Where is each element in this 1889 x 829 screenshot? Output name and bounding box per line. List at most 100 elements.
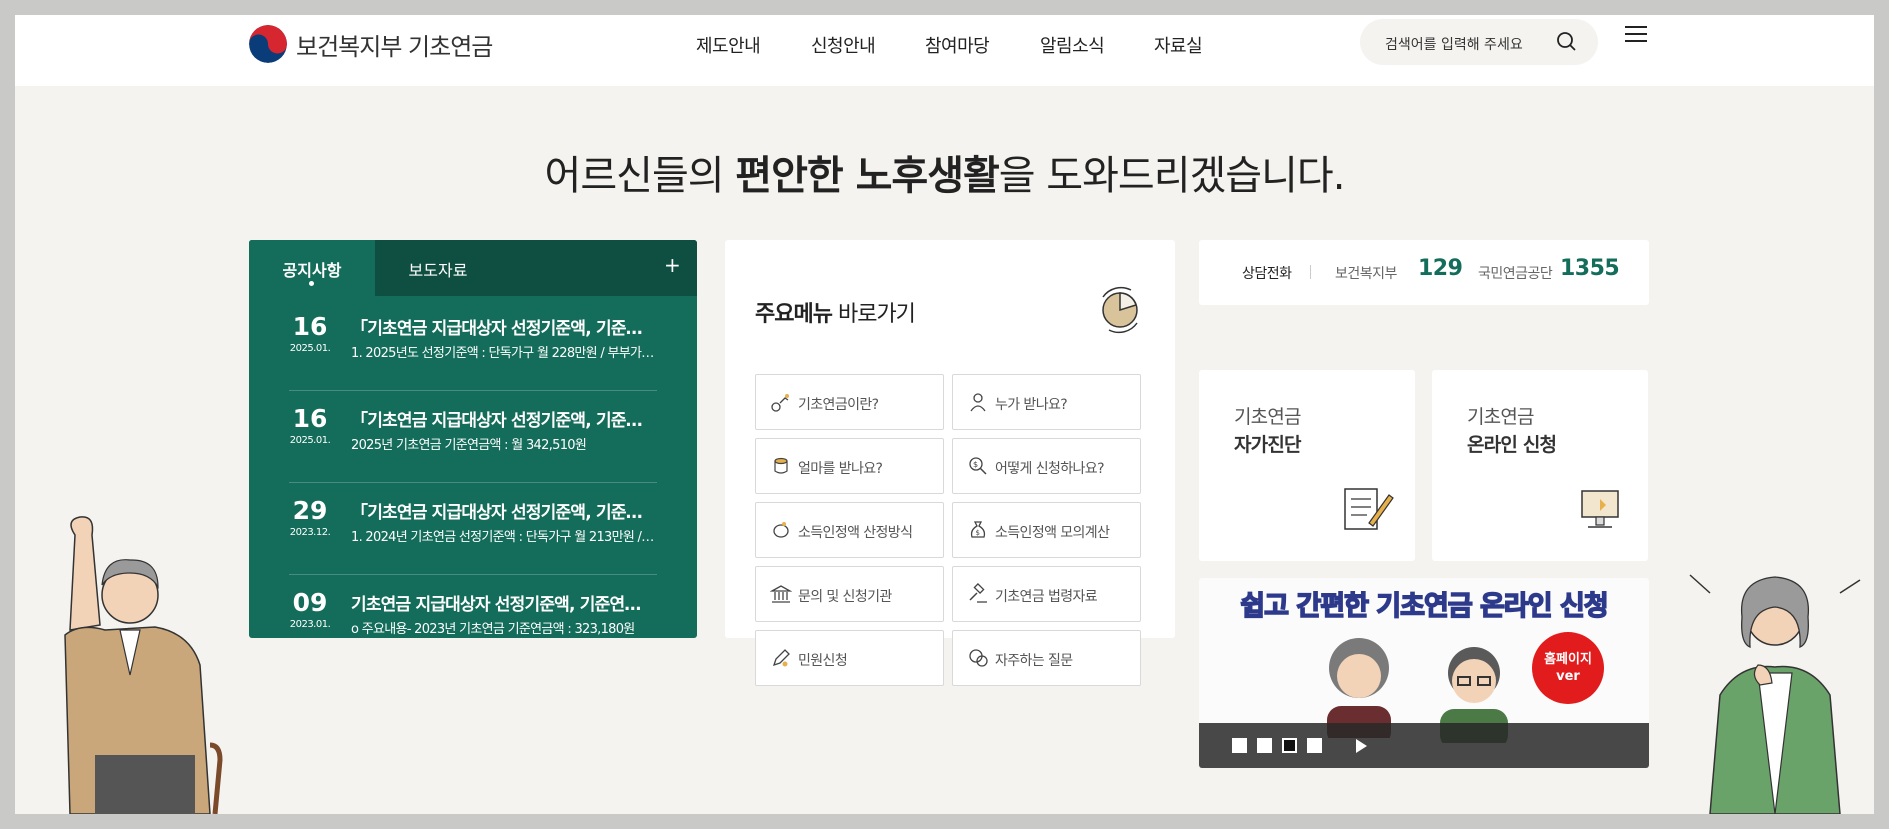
pen-write-icon	[772, 649, 790, 667]
slide-indicator-3[interactable]	[1282, 738, 1297, 753]
hotline-divider	[1310, 265, 1311, 279]
quick-menu-title-bold: 주요메뉴	[755, 302, 833, 327]
menu-button-faq[interactable]: 자주하는 질문	[952, 630, 1141, 686]
menu-button-income-method[interactable]: 소득인정액 산정방식	[755, 502, 944, 558]
notice-summary: 1. 2024년 기초연금 선정기준액 : 단독가구 월 213만원 / 부부가…	[351, 530, 655, 545]
hotline-org-nps: 국민연금공단	[1478, 266, 1553, 282]
nav-item-resources[interactable]: 자료실	[1154, 32, 1203, 58]
elderly-man-waving-illustration	[64, 516, 223, 814]
tab-press[interactable]: 보도자료	[375, 257, 501, 281]
menu-button-income-simulate[interactable]: $ 소득인정액 모의계산	[952, 502, 1141, 558]
service-line1: 기초연금	[1467, 406, 1535, 428]
money-search-icon: $	[969, 457, 987, 475]
menu-button-label: 소득인정액 산정방식	[798, 525, 913, 541]
slide-indicator-2[interactable]	[1257, 738, 1272, 753]
svg-text:$: $	[976, 529, 980, 537]
online-apply-card[interactable]: 기초연금 온라인 신청	[1432, 370, 1648, 561]
notice-item[interactable]: 16 2025.01. 「기초연금 지급대상자 선정기준액, 기준연금액 고시」…	[289, 390, 657, 483]
gavel-icon	[969, 583, 987, 603]
site-logo-text: 보건복지부 기초연금	[296, 32, 493, 61]
checklist-pen-icon	[1344, 488, 1394, 530]
notice-day: 16	[292, 312, 328, 341]
hero-heading: 어르신들의 편안한 노후생활을 도와드리겠습니다.	[15, 143, 1874, 201]
notice-title: 기초연금 지급대상자 선정기준액, 기준연금액 고시 개정	[351, 595, 655, 615]
coin-stack-icon	[774, 457, 788, 474]
menu-button-label: 기초연금이란?	[798, 397, 879, 413]
banner-title: 쉽고 간편한 기초연금 온라인 신청	[1240, 590, 1610, 623]
quick-menu-title-rest: 바로가기	[831, 302, 916, 327]
slide-indicator-4[interactable]	[1307, 738, 1322, 753]
more-plus-icon[interactable]: +	[664, 253, 681, 277]
online-apply-banner[interactable]: 쉽고 간편한 기초연금 온라인 신청 홈페이지 ver	[1199, 578, 1649, 768]
site-logo[interactable]: 보건복지부 기초연금	[249, 25, 493, 63]
svg-text:$: $	[973, 460, 978, 469]
service-line2: 온라인 신청	[1467, 434, 1557, 456]
hotline-box: 상담전화 보건복지부 129 국민연금공단 1355	[1199, 240, 1649, 305]
active-tab-dot	[309, 281, 314, 286]
hamburger-menu-icon[interactable]	[1625, 26, 1647, 44]
nav-item-apply[interactable]: 신청안내	[811, 32, 876, 58]
search-box[interactable]: 검색어를 입력해 주세요	[1360, 19, 1598, 65]
tab-notices-label: 공지사항	[282, 261, 342, 280]
menu-button-who[interactable]: 누가 받나요?	[952, 374, 1141, 430]
notice-title: 「기초연금 지급대상자 선정기준액, 기준연금액 고시」 개정 안내	[351, 411, 655, 431]
building-icon	[770, 585, 792, 603]
menu-button-civil[interactable]: 민원신청	[755, 630, 944, 686]
notice-day: 16	[292, 404, 328, 433]
tab-notices[interactable]: 공지사항	[249, 240, 375, 296]
notice-item[interactable]: 09 2023.01. 기초연금 지급대상자 선정기준액, 기준연금액 고시 개…	[289, 574, 657, 638]
notice-year-month: 2025.01.	[289, 343, 331, 354]
menu-button-what-is[interactable]: 기초연금이란?	[755, 374, 944, 430]
hero-text-post: 을 도와드리겠습니다.	[998, 153, 1346, 199]
menu-button-how-apply[interactable]: $ 어떻게 신청하나요?	[952, 438, 1141, 494]
quick-menu-title: 주요메뉴 바로가기	[755, 296, 916, 328]
menu-button-how-much[interactable]: 얼마를 받나요?	[755, 438, 944, 494]
site-header: 보건복지부 기초연금 제도안내 신청안내 참여마당 알림소식 자료실 검색어를 …	[15, 15, 1874, 86]
hero-text-bold: 편안한 노후생활	[735, 153, 1000, 199]
notice-year-month: 2023.12.	[289, 527, 331, 538]
notice-title: 「기초연금 지급대상자 선정기준액, 기준연금액 고시」 개정 안내	[351, 319, 655, 339]
notice-item[interactable]: 16 2025.01. 「기초연금 지급대상자 선정기준액, 기준연금액 고시」…	[289, 298, 657, 391]
hotline-number-nps[interactable]: 1355	[1560, 256, 1620, 281]
elderly-woman-illustration	[1327, 638, 1391, 738]
notice-summary: 2025년 기초연금 기준연금액 : 월 342,510원	[351, 438, 587, 453]
search-icon[interactable]	[1556, 31, 1578, 53]
hotline-org-mohw: 보건복지부	[1335, 266, 1397, 282]
quick-menu-card: 주요메뉴 바로가기 기초연금이란? 누가 받나요? 얼마를 받나요? $ 어떻게…	[725, 240, 1175, 686]
search-input[interactable]: 검색어를 입력해 주세요	[1385, 34, 1523, 54]
piggy-bank-icon	[773, 522, 789, 538]
notice-title: 「기초연금 지급대상자 선정기준액, 기준연금액 고시」 개정 안내	[351, 503, 655, 523]
person-icon	[970, 393, 986, 412]
nav-item-news[interactable]: 알림소식	[1040, 32, 1105, 58]
notice-summary: 1. 2025년도 선정기준액 : 단독가구 월 228만원 / 부부가구 월 …	[351, 346, 655, 361]
play-icon[interactable]	[1356, 739, 1367, 753]
money-bag-icon: $	[970, 521, 986, 538]
notice-day: 09	[292, 588, 328, 617]
speech-bubbles-icon	[969, 649, 988, 667]
menu-button-label: 소득인정액 모의계산	[995, 525, 1110, 541]
hotline-label: 상담전화	[1242, 266, 1292, 282]
nav-item-system[interactable]: 제도안내	[696, 32, 761, 58]
menu-button-label: 기초연금 법령자료	[995, 589, 1098, 605]
menu-button-label: 얼마를 받나요?	[798, 461, 883, 477]
notice-year-month: 2025.01.	[289, 435, 331, 446]
homepage-version-badge: 홈페이지 ver	[1532, 632, 1604, 704]
notice-item[interactable]: 29 2023.12. 「기초연금 지급대상자 선정기준액, 기준연금액 고시」…	[289, 482, 657, 575]
service-line1: 기초연금	[1234, 406, 1302, 428]
badge-line2: ver	[1556, 669, 1580, 684]
notice-panel: 공지사항 보도자료 + 16 2025.01. 「기초연금 지급대상자 선정기준…	[249, 240, 697, 638]
slide-indicator-1[interactable]	[1232, 738, 1247, 753]
menu-button-label: 문의 및 신청기관	[798, 589, 892, 605]
menu-button-agencies[interactable]: 문의 및 신청기관	[755, 566, 944, 622]
menu-button-law[interactable]: 기초연금 법령자료	[952, 566, 1141, 622]
menu-button-label: 자주하는 질문	[995, 653, 1073, 669]
self-diagnosis-card[interactable]: 기초연금 자가진단	[1199, 370, 1415, 561]
elderly-woman-clapping-illustration	[1689, 574, 1861, 814]
notice-year-month: 2023.01.	[289, 619, 331, 630]
hero-text-pre: 어르신들의	[544, 153, 736, 199]
hotline-number-mohw[interactable]: 129	[1418, 256, 1463, 281]
menu-button-label: 민원신청	[798, 653, 848, 669]
taegeuk-logo-icon	[249, 25, 287, 63]
nav-item-participate[interactable]: 참여마당	[925, 32, 990, 58]
menu-button-label: 어떻게 신청하나요?	[995, 461, 1105, 477]
